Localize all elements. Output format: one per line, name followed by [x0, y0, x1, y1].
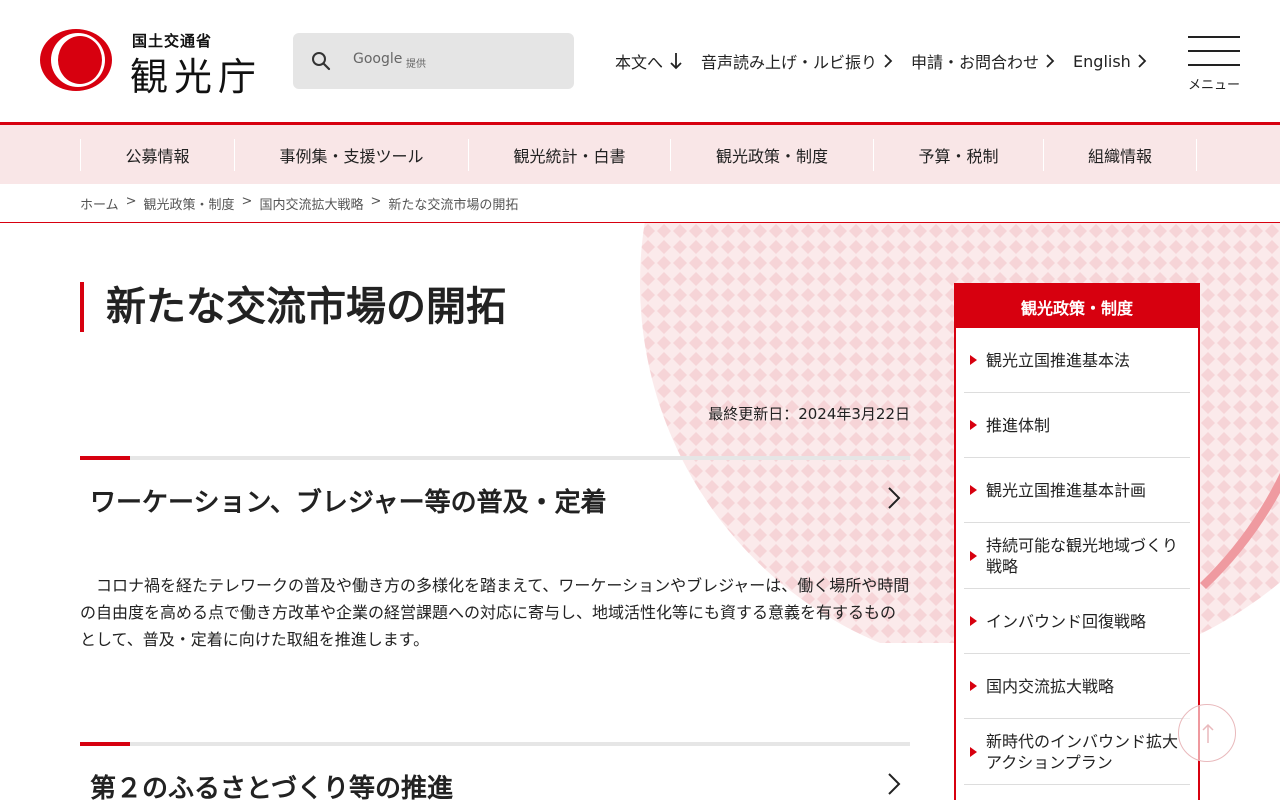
triangle-right-icon	[970, 681, 977, 691]
section-body-text: コロナ禍を経たテレワークの普及や働き方の多様化を踏まえて、ワーケーションやブレジ…	[80, 576, 910, 649]
section-hometown-heading[interactable]: 第２のふるさとづくり等の推進	[80, 742, 910, 800]
section-title: 第２のふるさとづくり等の推進	[90, 774, 453, 800]
logo-agency-text[interactable]: 観光庁	[130, 46, 262, 101]
sidebar-item-label: 国内交流拡大戦略	[986, 676, 1115, 696]
nav-item-statistics[interactable]: 観光統計・白書	[468, 139, 670, 171]
triangle-right-icon	[970, 420, 977, 430]
text-to-speech-label: 音声読み上げ・ルビ振り	[701, 53, 878, 72]
breadcrumb-separator: >	[125, 194, 137, 209]
english-label: English	[1073, 51, 1131, 71]
global-nav: 公募情報 事例集・支援ツール 観光統計・白書 観光政策・制度 予算・税制 組織情…	[0, 122, 1280, 184]
sidebar-item-basic-law[interactable]: 観光立国推進基本法	[964, 328, 1190, 393]
global-nav-list: 公募情報 事例集・支援ツール 観光統計・白書 観光政策・制度 予算・税制 組織情…	[80, 139, 1197, 171]
section-accent-bar	[80, 742, 130, 746]
sidebar-item-basic-plan[interactable]: 観光立国推進基本計画	[964, 458, 1190, 523]
triangle-right-icon	[970, 746, 977, 757]
sidebar-item-promotion-system[interactable]: 推進体制	[964, 393, 1190, 458]
sidebar-item-label: 推進体制	[986, 415, 1051, 435]
breadcrumb: ホーム > 観光政策・制度 > 国内交流拡大戦略 > 新たな交流市場の開拓	[80, 194, 518, 213]
english-link[interactable]: English	[1073, 52, 1147, 71]
chevron-right-icon	[888, 487, 901, 509]
sidebar-item-inbound-action-plan[interactable]: 新時代のインバウンド拡大アクションプラン	[964, 719, 1190, 785]
sidebar-item-domestic-strategy[interactable]: 国内交流拡大戦略	[964, 654, 1190, 719]
jta-logo-icon[interactable]	[38, 28, 114, 92]
search-input[interactable]	[351, 47, 551, 75]
triangle-right-icon	[970, 355, 977, 365]
sidebar-local-nav: 観光政策・制度 観光立国推進基本法 推進体制 観光立国推進基本計画 持続可能な観…	[954, 283, 1200, 800]
sidebar-item-inbound-recovery[interactable]: インバウンド回復戦略	[964, 589, 1190, 654]
triangle-right-icon	[970, 550, 977, 561]
nav-item-organization[interactable]: 組織情報	[1043, 139, 1197, 171]
chevron-right-icon	[1046, 54, 1055, 68]
triangle-right-icon	[970, 616, 977, 626]
breadcrumb-separator: >	[241, 194, 253, 209]
breadcrumb-home[interactable]: ホーム	[80, 194, 119, 213]
breadcrumb-current: 新たな交流市場の開拓	[388, 198, 519, 213]
hamburger-icon-bar	[1188, 64, 1240, 66]
sidebar-item-label: 観光立国推進基本計画	[986, 480, 1147, 500]
sidebar-item-label: インバウンド回復戦略	[986, 611, 1147, 631]
section-accent-bar	[80, 456, 130, 460]
sidebar-item-sustainable-strategy[interactable]: 持続可能な観光地域づくり戦略	[964, 523, 1190, 589]
chevron-right-icon	[884, 54, 893, 68]
nav-item-public-offering[interactable]: 公募情報	[80, 139, 234, 171]
breadcrumb-policy[interactable]: 観光政策・制度	[144, 194, 235, 213]
menu-button[interactable]: メニュー	[1188, 36, 1241, 93]
arrow-down-icon	[670, 53, 682, 70]
search-box: Google 提供	[293, 33, 574, 89]
breadcrumb-domestic-strategy[interactable]: 国内交流拡大戦略	[259, 194, 363, 213]
contact-label: 申請・お問合わせ	[911, 53, 1040, 72]
hamburger-icon-bar	[1188, 50, 1240, 52]
sidebar-title[interactable]: 観光政策・制度	[956, 285, 1198, 328]
nav-item-case-studies[interactable]: 事例集・支援ツール	[234, 139, 468, 171]
contact-link[interactable]: 申請・お問合わせ	[911, 49, 1055, 73]
arrow-up-icon	[1202, 723, 1214, 743]
sidebar-item-label: 新時代のインバウンド拡大アクションプラン	[986, 731, 1179, 772]
page-title: 新たな交流市場の開拓	[80, 282, 506, 332]
section-divider	[80, 456, 910, 460]
nav-item-budget[interactable]: 予算・税制	[873, 139, 1043, 171]
skip-to-content-link[interactable]: 本文へ	[615, 49, 683, 73]
text-to-speech-link[interactable]: 音声読み上げ・ルビ振り	[701, 49, 893, 73]
section-title: ワーケーション、ブレジャー等の普及・定着	[90, 488, 607, 518]
sidebar-list: 観光立国推進基本法 推進体制 観光立国推進基本計画 持続可能な観光地域づくり戦略…	[956, 328, 1198, 785]
sidebar-item-label: 持続可能な観光地域づくり戦略	[986, 535, 1179, 576]
section-divider	[80, 742, 910, 746]
section-workation-heading[interactable]: ワーケーション、ブレジャー等の普及・定着	[80, 456, 910, 546]
menu-label: メニュー	[1188, 78, 1241, 93]
utility-links: 本文へ 音声読み上げ・ルビ振り 申請・お問合わせ English	[615, 48, 1165, 74]
triangle-right-icon	[970, 485, 977, 495]
hamburger-icon	[1188, 36, 1240, 38]
last-updated: 最終更新日：2024年3月22日	[708, 405, 910, 423]
back-to-top-button[interactable]	[1178, 704, 1236, 762]
skip-to-content-label: 本文へ	[615, 53, 664, 72]
chevron-right-icon	[888, 773, 901, 795]
search-icon[interactable]	[311, 51, 331, 71]
chevron-right-icon	[1138, 54, 1147, 68]
site-header: 国土交通省 観光庁 Google 提供 本文へ 音声読み上げ・ルビ振り 申請・お…	[0, 0, 1280, 122]
sidebar-item-label: 観光立国推進基本法	[986, 350, 1131, 370]
breadcrumb-separator: >	[370, 194, 382, 209]
nav-item-policy[interactable]: 観光政策・制度	[670, 139, 873, 171]
